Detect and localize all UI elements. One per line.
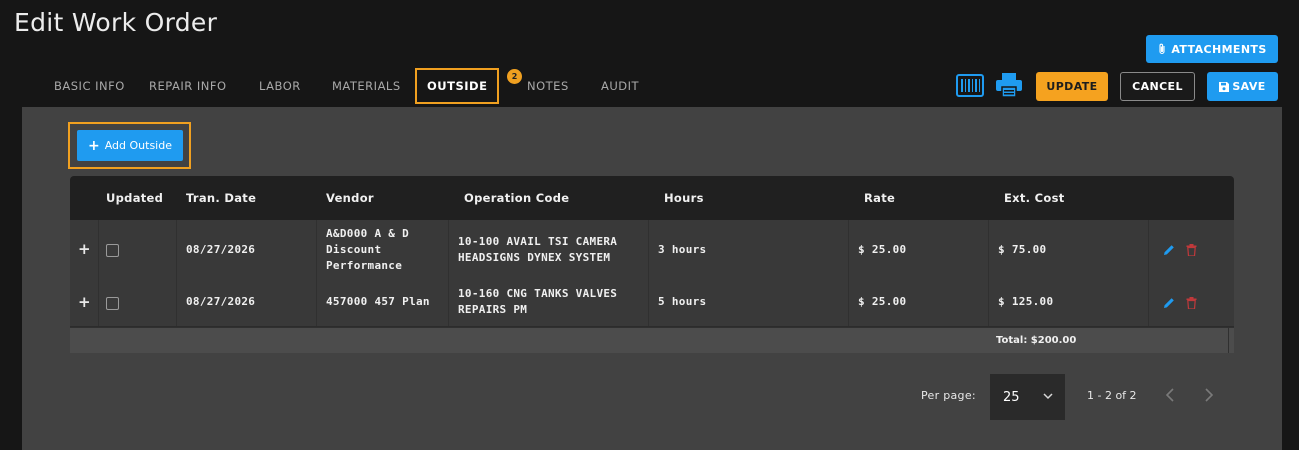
vendor-cell: A&D000 A & D Discount Performance (326, 226, 409, 274)
updated-checkbox[interactable] (106, 244, 119, 257)
tran-date-cell: 08/27/2026 (186, 243, 256, 256)
pagination: Per page: 25 1 - 2 of 2 (0, 374, 1299, 420)
page-title: Edit Work Order (14, 8, 218, 37)
vendor-line: A&D000 A & D (326, 227, 410, 240)
chevron-right-icon[interactable] (1202, 386, 1216, 404)
vendor-cell: 457000 457 Plan (326, 294, 430, 310)
page-range: 1 - 2 of 2 (1087, 389, 1137, 402)
outside-table: Updated Tran. Date Vendor Operation Code… (70, 176, 1234, 353)
table-header: Updated Tran. Date Vendor Operation Code… (70, 176, 1234, 220)
printer-icon[interactable] (995, 72, 1023, 98)
column-header-ext-cost[interactable]: Ext. Cost (1004, 191, 1065, 205)
tab-materials[interactable]: MATERIALS (332, 66, 401, 106)
add-outside-button[interactable]: + Add Outside (77, 130, 183, 161)
add-outside-highlight: + Add Outside (68, 122, 191, 169)
attachments-button[interactable]: ATTACHMENTS (1146, 35, 1278, 63)
floppy-disk-icon (1219, 81, 1230, 92)
vendor-line: Discount (326, 243, 382, 256)
operation-code-line: 10-100 AVAIL TSI CAMERA (458, 235, 618, 248)
plus-icon: + (87, 137, 100, 154)
ext-cost-cell: $ 75.00 (998, 243, 1047, 256)
notes-count-badge: 2 (507, 69, 522, 84)
operation-code-cell: 10-160 CNG TANKS VALVES REPAIRS PM (458, 286, 617, 318)
chevron-left-icon[interactable] (1163, 386, 1177, 404)
tab-repair-info[interactable]: REPAIR INFO (149, 66, 227, 106)
add-outside-label: Add Outside (104, 139, 172, 152)
trash-icon[interactable] (1186, 297, 1197, 309)
expand-row-icon[interactable]: + (78, 293, 91, 311)
pencil-icon[interactable] (1163, 244, 1175, 256)
paperclip-icon (1159, 43, 1165, 55)
per-page-select[interactable]: 25 (990, 374, 1065, 420)
column-header-vendor[interactable]: Vendor (326, 191, 374, 205)
rate-cell: $ 25.00 (858, 243, 907, 256)
column-header-rate[interactable]: Rate (864, 191, 895, 205)
hours-cell: 3 hours (658, 243, 707, 256)
operation-code-cell: 10-100 AVAIL TSI CAMERA HEADSIGNS DYNEX … (458, 234, 617, 266)
table-footer: Total: $200.00 (70, 327, 1234, 353)
operation-code-line: 10-160 CNG TANKS VALVES (458, 287, 618, 300)
save-button[interactable]: SAVE (1207, 72, 1278, 101)
per-page-label: Per page: (921, 389, 976, 402)
table-row: + 08/27/2026 457000 457 Plan 10-160 CNG … (70, 279, 1234, 327)
tab-basic-info[interactable]: BASIC INFO (54, 66, 125, 106)
expand-row-icon[interactable]: + (78, 240, 91, 258)
update-button[interactable]: UPDATE (1036, 72, 1108, 101)
attachments-label: ATTACHMENTS (1171, 42, 1267, 56)
column-header-updated[interactable]: Updated (106, 191, 163, 205)
cancel-button[interactable]: CANCEL (1120, 72, 1195, 101)
column-header-operation-code[interactable]: Operation Code (464, 191, 569, 205)
updated-checkbox[interactable] (106, 297, 119, 310)
barcode-icon[interactable] (956, 74, 984, 97)
tab-notes[interactable]: NOTES (527, 66, 569, 106)
chevron-down-icon (1043, 393, 1053, 400)
tab-labor[interactable]: LABOR (259, 66, 301, 106)
column-header-hours[interactable]: Hours (664, 191, 704, 205)
save-label: SAVE (1232, 80, 1266, 93)
operation-code-line: HEADSIGNS DYNEX SYSTEM (458, 251, 611, 264)
tab-outside[interactable]: OUTSIDE (415, 68, 500, 104)
column-header-tran-date[interactable]: Tran. Date (186, 191, 256, 205)
per-page-value: 25 (1003, 389, 1020, 405)
pencil-icon[interactable] (1163, 297, 1175, 309)
trash-icon[interactable] (1186, 244, 1197, 256)
operation-code-line: REPAIRS PM (458, 303, 528, 316)
tran-date-cell: 08/27/2026 (186, 295, 256, 308)
tab-audit[interactable]: AUDIT (601, 66, 639, 106)
hours-cell: 5 hours (658, 295, 707, 308)
vendor-line: Performance (326, 259, 403, 272)
vendor-line: 457000 457 Plan (326, 295, 430, 308)
total-cost: Total: $200.00 (996, 335, 1077, 346)
table-row: + 08/27/2026 A&D000 A & D Discount Perfo… (70, 220, 1234, 279)
rate-cell: $ 25.00 (858, 295, 907, 308)
ext-cost-cell: $ 125.00 (998, 295, 1054, 308)
